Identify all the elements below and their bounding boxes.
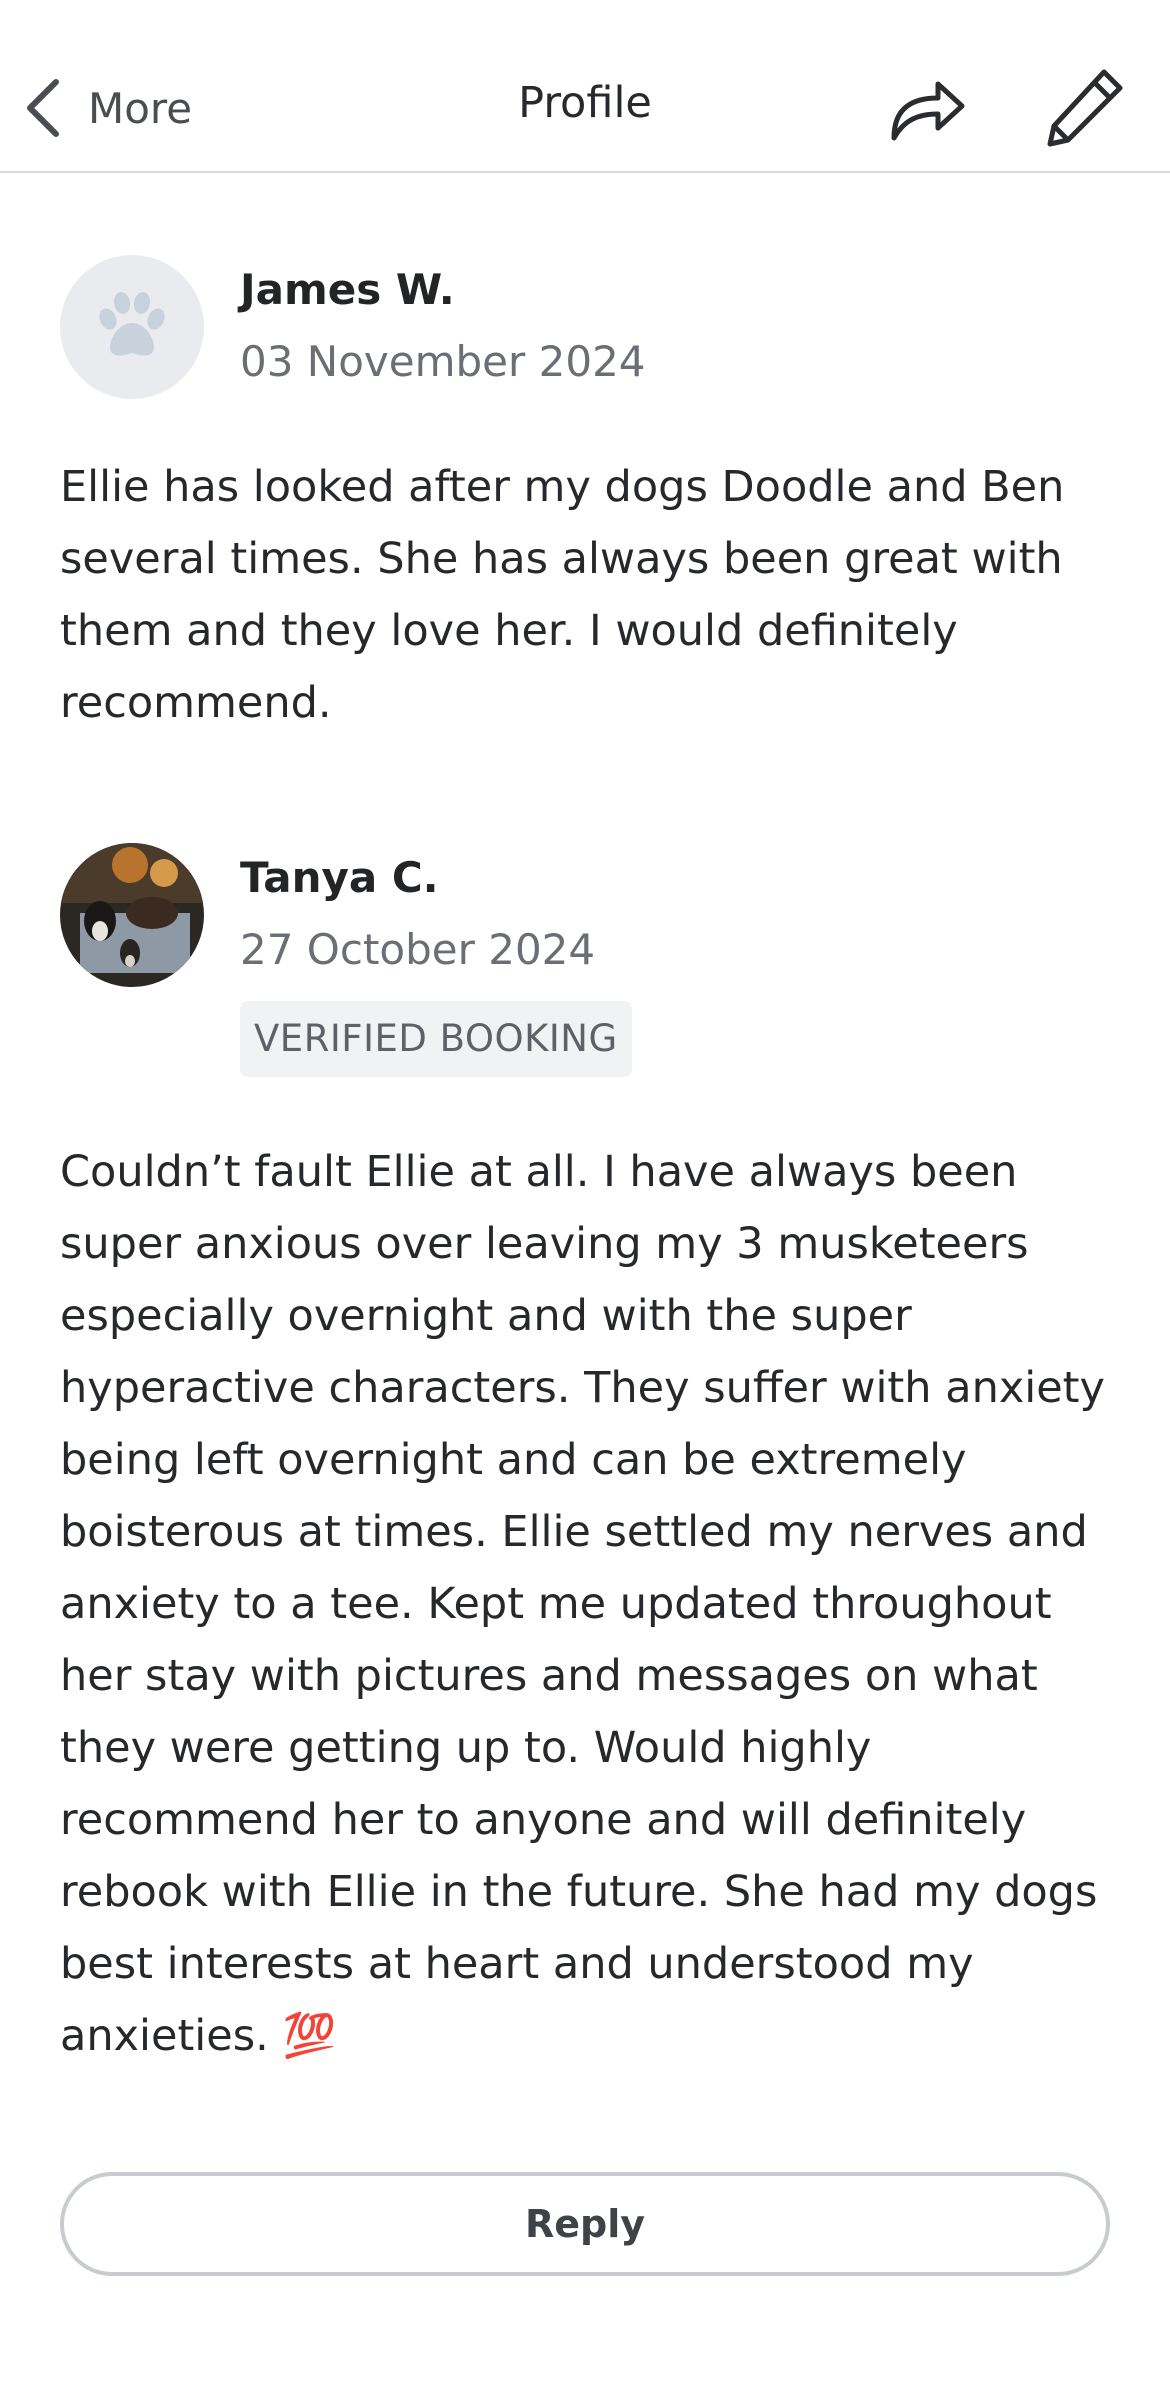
review-date: 27 October 2024 xyxy=(240,925,596,974)
pencil-icon xyxy=(1044,69,1126,152)
page-title: Profile xyxy=(518,78,652,128)
review-text: Ellie has looked after my dogs Doodle an… xyxy=(60,462,1065,728)
paw-icon xyxy=(90,283,174,371)
share-button[interactable] xyxy=(888,68,968,148)
edit-button[interactable] xyxy=(1044,66,1126,148)
avatar xyxy=(60,843,204,987)
dogs-photo xyxy=(60,843,204,987)
verified-booking-badge: VERIFIED BOOKING xyxy=(240,1001,632,1077)
review-text: Couldn’t fault Ellie at all. I have alwa… xyxy=(60,1147,1105,2061)
top-nav-bar: More Profile xyxy=(0,0,1170,173)
reply-button[interactable]: Reply xyxy=(60,2172,1110,2276)
avatar xyxy=(60,255,204,399)
reviewer-name: Tanya C. xyxy=(240,853,439,902)
share-arrow-icon xyxy=(888,81,968,152)
review-date: 03 November 2024 xyxy=(240,337,646,386)
reviewer-name: James W. xyxy=(240,265,455,314)
